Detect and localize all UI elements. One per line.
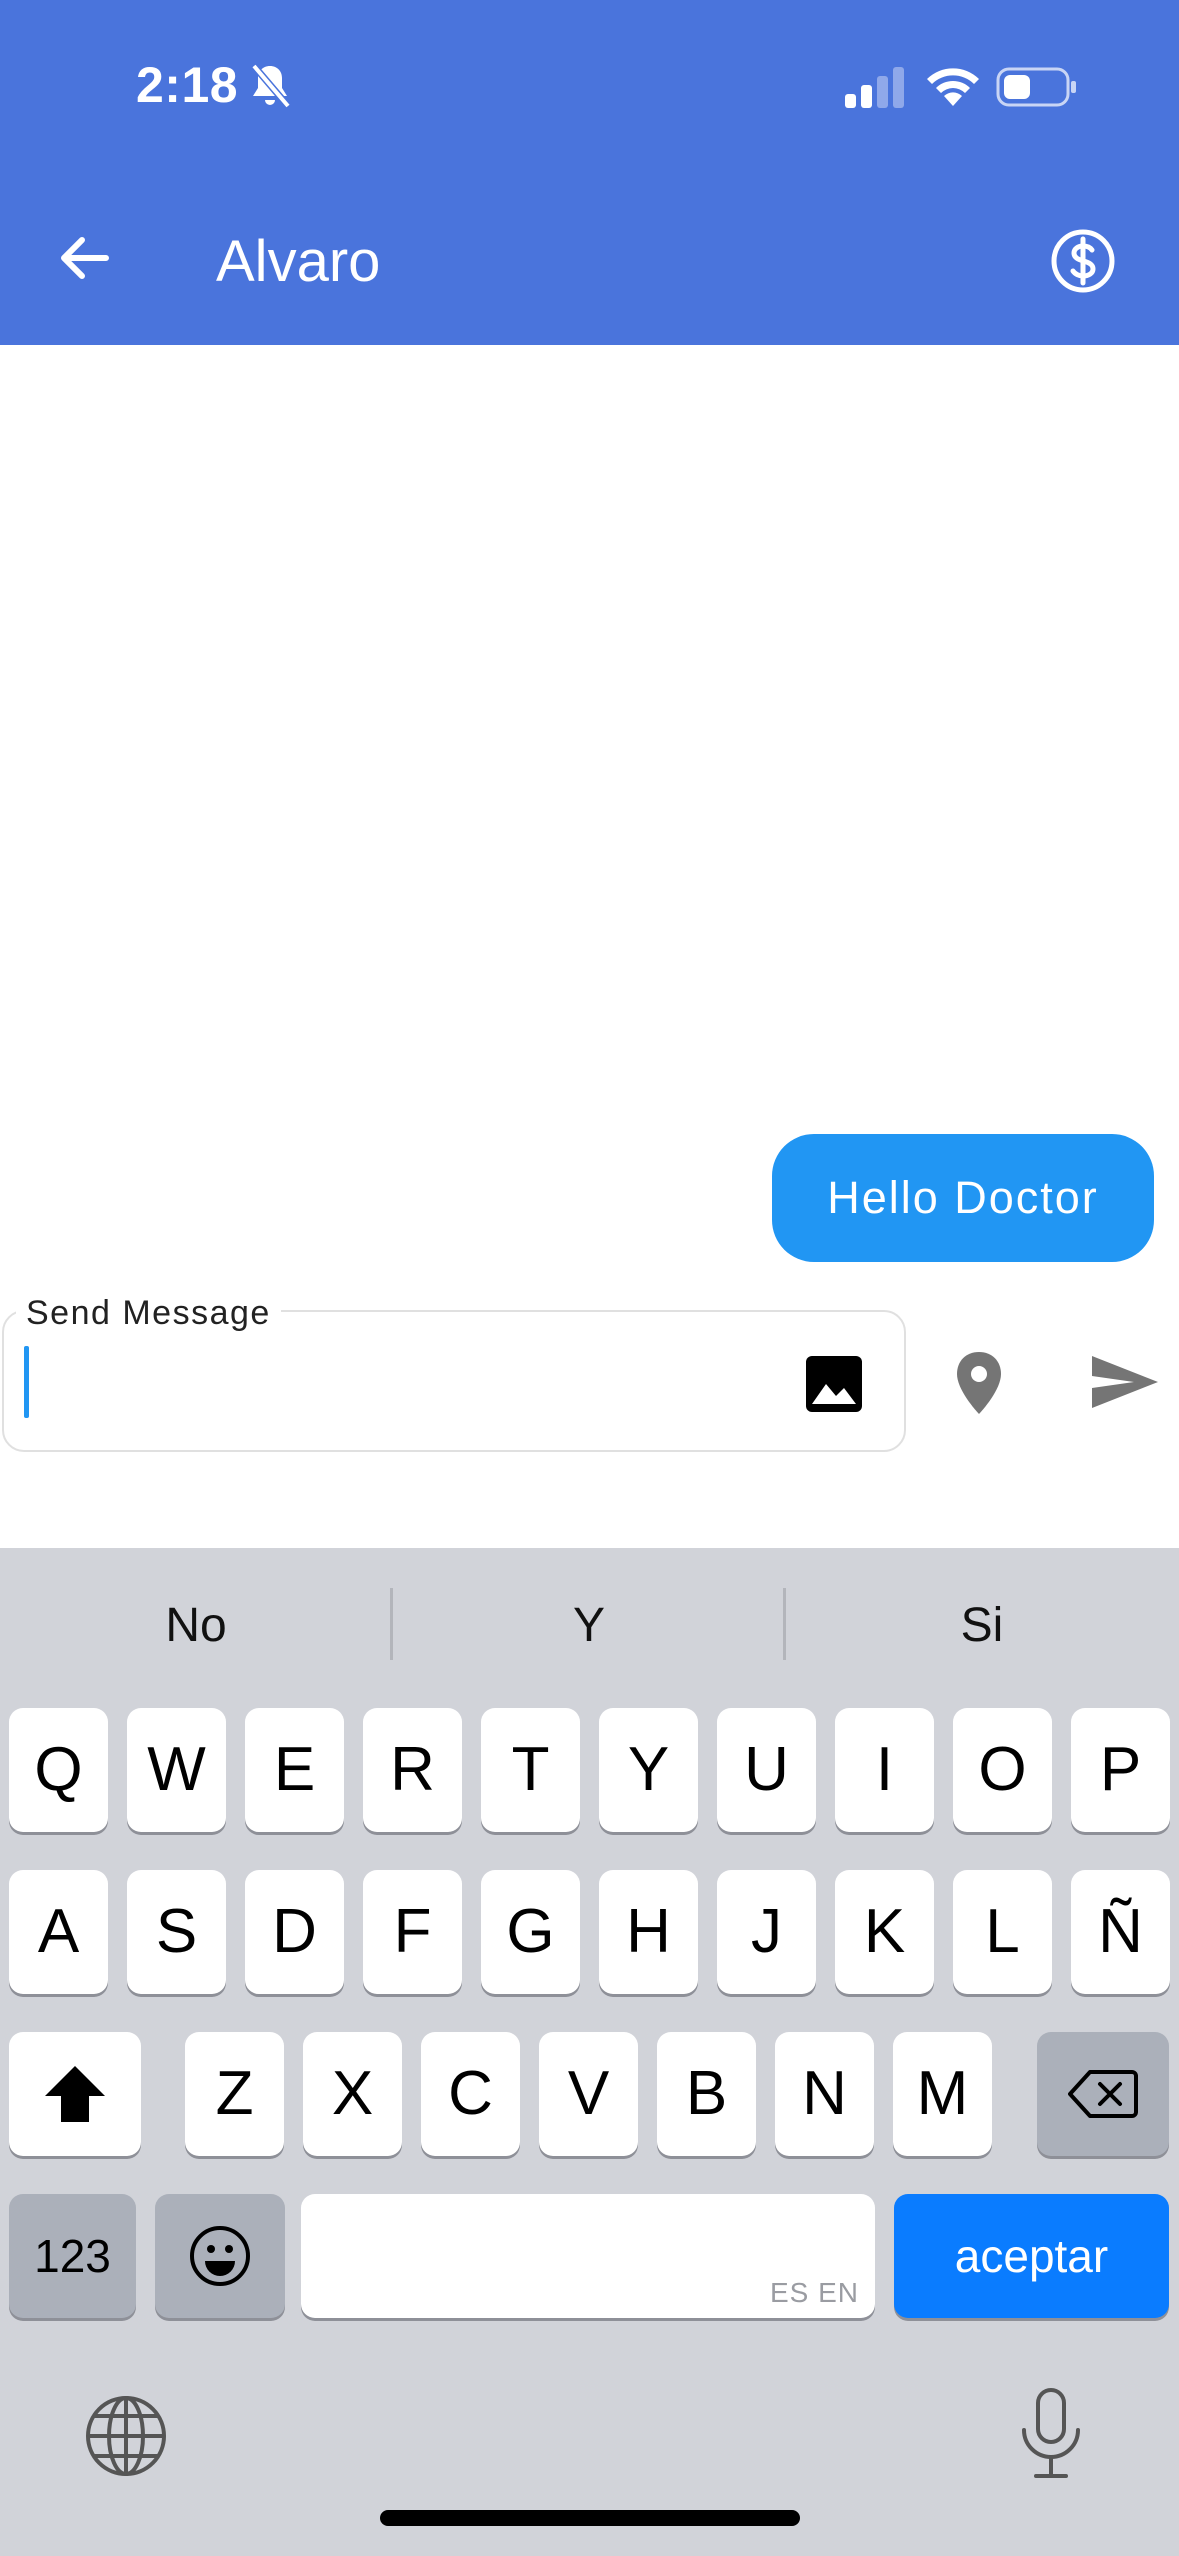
shift-icon [45,2066,105,2122]
language-hint: ES EN [769,2277,859,2308]
key-d[interactable]: D [245,1870,344,1994]
key-i[interactable]: I [835,1708,934,1832]
key-w[interactable]: W [127,1708,226,1832]
key-n-tilde[interactable]: Ñ [1071,1870,1170,1994]
key-v[interactable]: V [539,2032,638,2156]
globe-icon[interactable] [84,2394,168,2478]
key-q[interactable]: Q [9,1708,108,1832]
backspace-icon [1068,2070,1138,2118]
numbers-key[interactable]: 123 [9,2194,136,2318]
key-b[interactable]: B [657,2032,756,2156]
key-c[interactable]: C [421,2032,520,2156]
chat-title: Alvaro [216,229,381,294]
home-indicator[interactable] [380,2510,800,2526]
bell-muted-icon [251,63,291,109]
emoji-key[interactable] [155,2194,285,2318]
key-h[interactable]: H [599,1870,698,1994]
emoji-icon [190,2226,250,2286]
suggestion-2[interactable]: Y [393,1594,785,1658]
key-j[interactable]: J [717,1870,816,1994]
back-arrow-icon[interactable] [54,228,114,288]
key-e[interactable]: E [245,1708,344,1832]
key-u[interactable]: U [717,1708,816,1832]
battery-icon [996,67,1076,107]
suggestion-1[interactable]: No [0,1594,392,1658]
send-icon[interactable] [1088,1352,1160,1412]
key-z[interactable]: Z [185,2032,284,2156]
key-y[interactable]: Y [599,1708,698,1832]
key-t[interactable]: T [481,1708,580,1832]
app-bar: 2:18 Alvaro [0,0,1179,345]
key-n[interactable]: N [775,2032,874,2156]
key-s[interactable]: S [127,1870,226,1994]
key-a[interactable]: A [9,1870,108,1994]
location-pin-icon[interactable] [948,1348,1010,1418]
key-f[interactable]: F [363,1870,462,1994]
key-m[interactable]: M [893,2032,992,2156]
space-key[interactable]: ES EN [301,2194,875,2318]
status-time: 2:18 [136,57,239,113]
key-p[interactable]: P [1071,1708,1170,1832]
microphone-icon[interactable] [1016,2388,1086,2480]
key-r[interactable]: R [363,1708,462,1832]
backspace-key[interactable] [1037,2032,1169,2156]
message-bubble-sent: Hello Doctor [772,1134,1154,1262]
return-key[interactable]: aceptar [894,2194,1169,2318]
key-o[interactable]: O [953,1708,1052,1832]
shift-key[interactable] [9,2032,141,2156]
key-l[interactable]: L [953,1870,1052,1994]
cellular-signal-icon [845,67,904,108]
key-x[interactable]: X [303,2032,402,2156]
message-input-label: Send Message [16,1294,281,1333]
key-g[interactable]: G [481,1870,580,1994]
image-attach-icon[interactable] [802,1352,866,1416]
wifi-icon [927,68,979,106]
suggestion-3[interactable]: Si [786,1594,1178,1658]
payment-dollar-icon[interactable] [1050,228,1116,294]
text-caret [24,1346,29,1418]
key-k[interactable]: K [835,1870,934,1994]
